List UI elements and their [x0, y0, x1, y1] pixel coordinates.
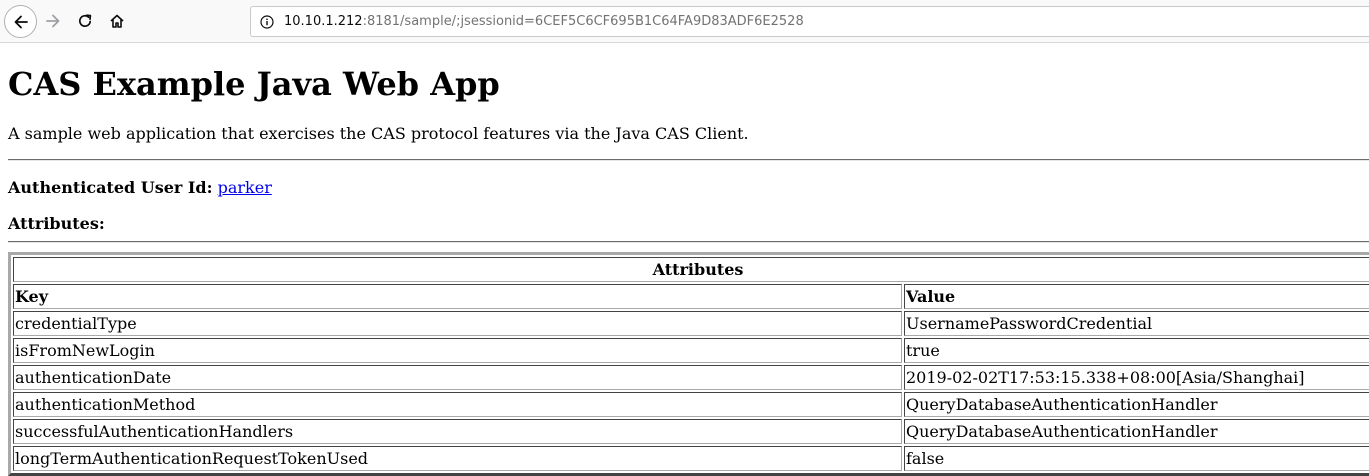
value-column-header: Value [904, 284, 1369, 309]
divider [8, 241, 1369, 243]
table-row: credentialType UsernamePasswordCredential [13, 311, 1369, 336]
home-icon [110, 14, 124, 28]
back-arrow-icon [14, 15, 28, 28]
reload-button[interactable] [70, 6, 100, 36]
table-row: isFromNewLogin true [13, 338, 1369, 363]
table-row: longTermAuthenticationRequestTokenUsed fa… [13, 446, 1369, 471]
user-id-link[interactable]: parker [218, 178, 272, 197]
reload-icon [79, 14, 92, 28]
attribute-value: false [904, 446, 1369, 471]
attributes-table-container: Attributes Key Value credentialType Usern… [8, 252, 1369, 476]
attribute-value: QueryDatabaseAuthenticationHandler [904, 392, 1369, 417]
attribute-value: 2019-02-02T17:53:15.338+08:00[Asia/Shang… [904, 365, 1369, 390]
attribute-value: UsernamePasswordCredential [904, 311, 1369, 336]
table-caption-row: Attributes [13, 257, 1369, 282]
table-row: successfulAuthenticationHandlers QueryDat… [13, 419, 1369, 444]
page-description: A sample web application that exercises … [8, 124, 749, 143]
attribute-key: longTermAuthenticationRequestTokenUsed [13, 446, 902, 471]
back-button[interactable] [4, 5, 37, 38]
attribute-value: true [904, 338, 1369, 363]
table-row: authenticationMethod QueryDatabaseAuthent… [13, 392, 1369, 417]
attributes-table: Attributes Key Value credentialType Usern… [8, 252, 1369, 476]
address-bar[interactable]: 10.10.1.212:8181/sample/;jsessionid=6CEF… [250, 6, 1369, 37]
attribute-key: credentialType [13, 311, 902, 336]
attribute-key: authenticationDate [13, 365, 902, 390]
page-content: CAS Example Java Web App A sample web ap… [0, 43, 1369, 476]
url-path: :8181/sample/;jsessionid=6CEF5C6CF695B1C… [362, 14, 804, 29]
user-id-label: Authenticated User Id: [8, 178, 213, 197]
browser-toolbar: 10.10.1.212:8181/sample/;jsessionid=6CEF… [0, 0, 1369, 43]
forward-arrow-icon [46, 14, 60, 28]
site-info-icon[interactable] [260, 14, 274, 29]
authenticated-user: Authenticated User Id: parker [8, 178, 272, 198]
url-host: 10.10.1.212 [284, 14, 363, 29]
table-caption: Attributes [13, 257, 1369, 282]
key-column-header: Key [13, 284, 902, 309]
attribute-key: authenticationMethod [13, 392, 902, 417]
attributes-heading: Attributes: [8, 214, 105, 233]
attribute-key: isFromNewLogin [13, 338, 902, 363]
home-button[interactable] [102, 6, 132, 36]
table-row: authenticationDate 2019-02-02T17:53:15.33… [13, 365, 1369, 390]
attribute-value: QueryDatabaseAuthenticationHandler [904, 419, 1369, 444]
divider [8, 159, 1369, 161]
page-title: CAS Example Java Web App [8, 65, 500, 103]
table-header-row: Key Value [13, 284, 1369, 309]
forward-button[interactable] [38, 6, 68, 36]
attribute-key: successfulAuthenticationHandlers [13, 419, 902, 444]
